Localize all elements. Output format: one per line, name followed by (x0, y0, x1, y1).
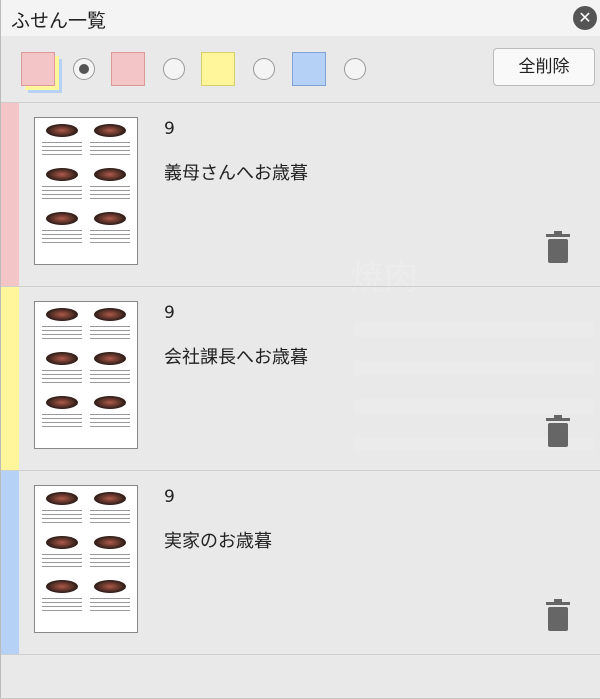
page-thumbnail[interactable] (34, 301, 138, 449)
note-page-number: 9 (164, 487, 175, 507)
sticky-notes-panel: ふせん一覧 ✕ 全削除 9 義母さんへお歳暮 9 会社課長へお歳暮 9 実家のお… (0, 0, 600, 698)
pink-swatch (111, 52, 145, 86)
note-page-number: 9 (164, 303, 175, 323)
blue-swatch (292, 52, 326, 86)
trash-icon[interactable] (546, 415, 570, 447)
all-colors-swatch (21, 52, 55, 86)
note-page-number: 9 (164, 119, 175, 139)
note-text[interactable]: 実家のお歳暮 (164, 527, 272, 553)
delete-all-button[interactable]: 全削除 (493, 48, 595, 86)
note-color-strip (1, 103, 19, 286)
trash-icon[interactable] (546, 599, 570, 631)
panel-titlebar: ふせん一覧 ✕ (1, 0, 600, 36)
note-text[interactable]: 会社課長へお歳暮 (164, 343, 308, 369)
list-end-spacer (1, 654, 600, 699)
filter-radio-pink[interactable] (163, 58, 185, 80)
note-color-strip (1, 471, 19, 654)
note-text[interactable]: 義母さんへお歳暮 (164, 159, 308, 185)
color-filter-bar: 全削除 (1, 36, 600, 102)
note-item[interactable]: 9 会社課長へお歳暮 (1, 286, 600, 470)
note-item[interactable]: 9 実家のお歳暮 (1, 470, 600, 654)
note-color-strip (1, 287, 19, 470)
yellow-swatch (201, 52, 235, 86)
filter-radio-yellow[interactable] (253, 58, 275, 80)
panel-title: ふせん一覧 (11, 10, 107, 32)
close-icon[interactable]: ✕ (573, 6, 597, 30)
page-thumbnail[interactable] (34, 485, 138, 633)
page-thumbnail[interactable] (34, 117, 138, 265)
note-item[interactable]: 9 義母さんへお歳暮 (1, 102, 600, 286)
filter-radio-all[interactable] (73, 58, 95, 80)
trash-icon[interactable] (546, 231, 570, 263)
filter-radio-blue[interactable] (344, 58, 366, 80)
